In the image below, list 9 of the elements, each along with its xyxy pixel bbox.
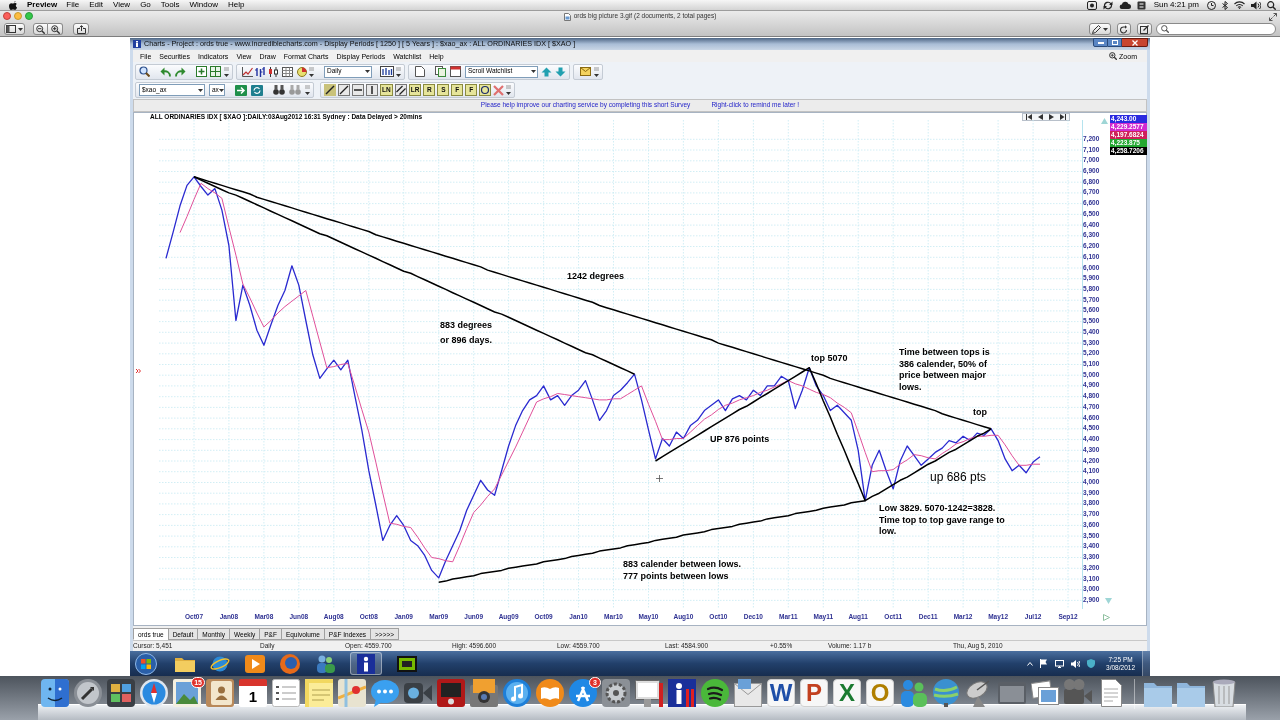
chart-annotation: top 5070 (811, 353, 849, 364)
chart-annotation: top (973, 407, 988, 418)
chart-annotation: 1242 degrees (567, 271, 626, 282)
chart-annotation: up 686 pts (930, 470, 988, 484)
chart-annotation: Low 3829. 5070-1242=3828. Time top to top gave range to low. (879, 503, 1006, 538)
chart-annotation: 883 degrees or 896 days. (438, 319, 493, 347)
chart-annotation: Time between tops is 386 calender, 50% of price between major lows. (899, 347, 991, 393)
chart-annotation: 883 calender between lows. 777 points between lows (623, 558, 743, 582)
chart-annotation: UP 876 points (710, 434, 771, 445)
